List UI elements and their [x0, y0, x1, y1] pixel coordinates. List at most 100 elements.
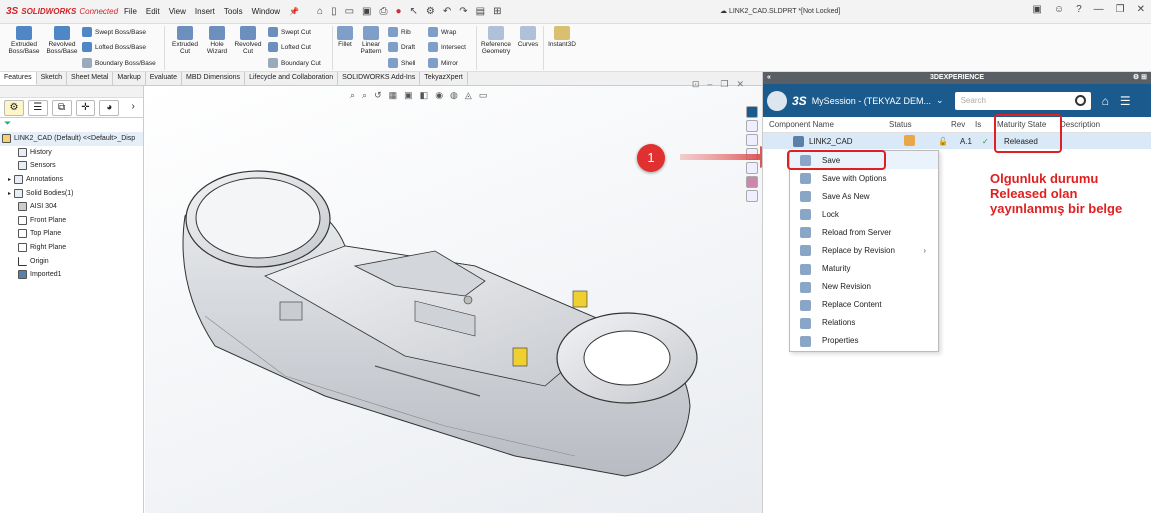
tree-item-top-plane[interactable]: Top Plane: [0, 227, 143, 241]
tree-item-solid-bodies[interactable]: ▸ Solid Bodies(1): [0, 186, 143, 200]
menu-tools[interactable]: Tools: [224, 7, 243, 16]
menu-item-replace-by-revision[interactable]: Replace by Revision ›: [790, 241, 938, 259]
hamburger-menu-icon[interactable]: ☰: [1120, 94, 1131, 108]
tree-item-sensors[interactable]: Sensors: [0, 159, 143, 173]
fillet-button[interactable]: Fillet: [334, 26, 356, 48]
tree-item-material[interactable]: AISI 304: [0, 200, 143, 214]
intersect-button[interactable]: Intersect: [428, 42, 466, 52]
3dexperience-tab-icon[interactable]: [746, 106, 758, 118]
tree-item-root[interactable]: LINK2_CAD (Default) <<Default>_Disp: [0, 132, 143, 146]
terminal-icon[interactable]: ▣: [1032, 4, 1041, 15]
linear-pattern-button[interactable]: Linear Pattern: [357, 26, 385, 55]
display-manager-tab-icon[interactable]: ◕: [99, 99, 120, 116]
dimxpert-tab-icon[interactable]: ✛: [75, 99, 96, 116]
tab-features[interactable]: Features: [0, 72, 37, 85]
chevron-right-icon[interactable]: ›: [123, 100, 143, 116]
lofted-cut-button[interactable]: Lofted Cut: [268, 42, 311, 52]
open-folder-icon[interactable]: ▭: [345, 6, 354, 17]
col-description[interactable]: Description: [1060, 120, 1100, 129]
boundary-boss-button[interactable]: Boundary Boss/Base: [82, 58, 156, 68]
menu-item-save-as-new[interactable]: Save As New: [790, 187, 938, 205]
menu-edit[interactable]: Edit: [146, 7, 160, 16]
search-input[interactable]: Search: [954, 91, 1091, 110]
session-dropdown-icon[interactable]: ⌄: [936, 95, 944, 106]
menu-item-maturity[interactable]: Maturity: [790, 260, 938, 278]
tree-item-annotations[interactable]: ▸ Annotations: [0, 173, 143, 187]
close-icon[interactable]: ✕: [1137, 4, 1145, 15]
table-row[interactable]: LINK2_CAD 🔓 A.1 ✓ Released: [763, 133, 1151, 149]
col-rev[interactable]: Rev: [951, 120, 975, 129]
expand-icon[interactable]: ▸: [8, 176, 11, 183]
print-icon[interactable]: ⎙: [379, 6, 387, 17]
extruded-boss-button[interactable]: Extruded Boss/Base: [6, 26, 42, 55]
tree-item-right-plane[interactable]: Right Plane: [0, 241, 143, 255]
panel-settings-icon[interactable]: ⚙ ⊞: [1133, 72, 1147, 84]
session-name[interactable]: MySession - (TEKYAZ DEM...: [812, 96, 931, 106]
view-options-icon[interactable]: ▤: [476, 6, 485, 17]
tree-item-front-plane[interactable]: Front Plane: [0, 214, 143, 228]
collapse-panel-icon[interactable]: «: [767, 72, 771, 84]
shell-button[interactable]: Shell: [388, 58, 415, 68]
menu-insert[interactable]: Insert: [195, 7, 215, 16]
minimize-icon[interactable]: —: [1094, 4, 1104, 15]
revolved-boss-button[interactable]: Revolved Boss/Base: [44, 26, 80, 55]
custom-properties-tab-icon[interactable]: [746, 190, 758, 202]
menu-item-reload[interactable]: Reload from Server: [790, 223, 938, 241]
rebuild-traffic-light-icon[interactable]: ●: [395, 6, 401, 17]
wrap-button[interactable]: Wrap: [428, 27, 456, 37]
tree-item-imported1[interactable]: Imported1: [0, 268, 143, 282]
select-icon[interactable]: ↖: [410, 6, 418, 17]
menu-item-relations[interactable]: Relations: [790, 314, 938, 332]
expand-icon[interactable]: ▸: [8, 190, 11, 197]
tag-icon[interactable]: ⌂: [1102, 94, 1109, 108]
draft-button[interactable]: Draft: [388, 42, 415, 52]
menu-view[interactable]: View: [169, 7, 186, 16]
redo-icon[interactable]: ↷: [459, 6, 467, 17]
tree-item-history[interactable]: History: [0, 146, 143, 160]
rib-button[interactable]: Rib: [388, 27, 411, 37]
search-icon[interactable]: [1074, 94, 1086, 106]
tree-item-origin[interactable]: Origin: [0, 254, 143, 268]
menu-item-new-revision[interactable]: New Revision: [790, 278, 938, 296]
options-gear-icon[interactable]: ⚙: [426, 6, 435, 17]
tab-evaluate[interactable]: Evaluate: [146, 72, 182, 85]
user-avatar-icon[interactable]: ☺: [1054, 4, 1064, 15]
tab-addins[interactable]: SOLIDWORKS Add-Ins: [338, 72, 421, 85]
pin-icon[interactable]: 📌: [289, 7, 299, 16]
tab-mbd-dimensions[interactable]: MBD Dimensions: [182, 72, 246, 85]
property-manager-tab-icon[interactable]: ☰: [27, 99, 48, 116]
new-document-icon[interactable]: ▯: [331, 6, 337, 17]
curves-button[interactable]: Curves: [515, 26, 541, 48]
home-icon[interactable]: ⌂: [317, 6, 323, 17]
menu-window[interactable]: Window: [252, 7, 280, 16]
revolved-cut-button[interactable]: Revolved Cut: [232, 26, 264, 55]
configuration-manager-tab-icon[interactable]: ⧉: [51, 99, 72, 116]
swept-cut-button[interactable]: Swept Cut: [268, 27, 311, 37]
lofted-boss-button[interactable]: Lofted Boss/Base: [82, 42, 146, 52]
appearances-tab-icon[interactable]: [746, 176, 758, 188]
mirror-button[interactable]: Mirror: [428, 58, 458, 68]
tab-tekyazxpert[interactable]: TekyazXpert: [420, 72, 468, 85]
pane-grip[interactable]: [0, 86, 143, 98]
tab-markup[interactable]: Markup: [113, 72, 146, 85]
menu-item-lock[interactable]: Lock: [790, 205, 938, 223]
restore-icon[interactable]: ❐: [1116, 4, 1125, 15]
hole-wizard-button[interactable]: Hole Wizard: [202, 26, 232, 55]
filter-icon[interactable]: ⏷: [0, 118, 143, 130]
grid-icon[interactable]: ⊞: [493, 6, 501, 17]
boundary-cut-button[interactable]: Boundary Cut: [268, 58, 321, 68]
menu-item-properties[interactable]: Properties: [790, 332, 938, 350]
menu-item-replace-content[interactable]: Replace Content: [790, 296, 938, 314]
save-icon[interactable]: ▣: [362, 6, 371, 17]
undo-icon[interactable]: ↶: [443, 6, 451, 17]
menu-item-save-with-options[interactable]: Save with Options: [790, 169, 938, 187]
menu-file[interactable]: File: [124, 7, 137, 16]
col-component-name[interactable]: Component Name: [763, 120, 889, 129]
resources-tab-icon[interactable]: [746, 120, 758, 132]
col-status[interactable]: Status: [889, 120, 951, 129]
extruded-cut-button[interactable]: Extruded Cut: [168, 26, 202, 55]
tab-sketch[interactable]: Sketch: [37, 72, 68, 85]
tab-sheet-metal[interactable]: Sheet Metal: [67, 72, 114, 85]
swept-boss-button[interactable]: Swept Boss/Base: [82, 27, 146, 37]
help-icon[interactable]: ?: [1076, 4, 1082, 15]
